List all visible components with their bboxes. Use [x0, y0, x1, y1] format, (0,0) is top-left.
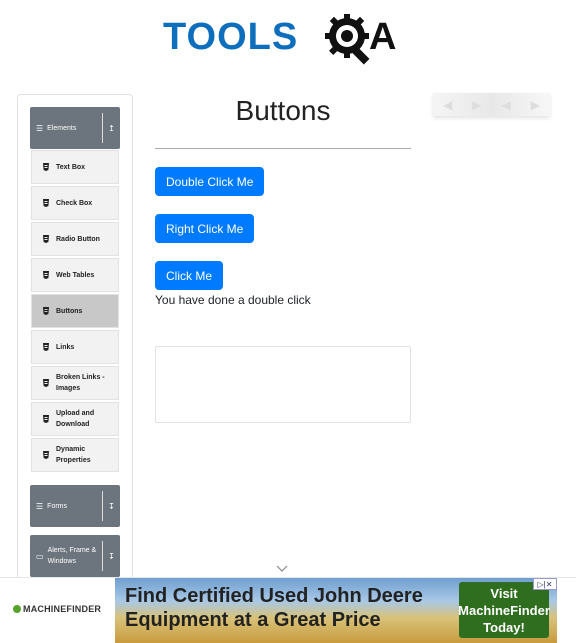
- bottom-ad-banner[interactable]: MACHINEFINDER Find Certified Used John D…: [0, 577, 576, 643]
- sidebar-item-buttons[interactable]: Buttons: [31, 294, 119, 328]
- expand-arrow-icon[interactable]: ↧: [102, 541, 120, 571]
- title-divider: [155, 148, 411, 149]
- chevron-down-icon[interactable]: [276, 563, 288, 573]
- sidebar-item-upload-download[interactable]: Upload and Download: [31, 402, 119, 436]
- right-click-button[interactable]: Right Click Me: [155, 214, 255, 243]
- group-label: Elements: [47, 124, 77, 132]
- sidebar-item-label: Dynamic Properties: [56, 446, 91, 464]
- sidebar-item-label: Radio Button: [56, 235, 100, 243]
- arrow-right-icon: ▶: [530, 97, 540, 112]
- window-icon: ▭: [36, 551, 44, 561]
- sidebar-item-label: Text Box: [56, 163, 86, 171]
- logo-text: TOOLS: [163, 16, 299, 58]
- html5-icon: [43, 343, 49, 351]
- sidebar-item-label: Web Tables: [56, 271, 95, 279]
- sidebar-item-label: Check Box: [56, 199, 93, 207]
- double-click-message: You have done a double click: [155, 293, 311, 307]
- group-label: Alerts, Frame & Windows: [47, 547, 97, 565]
- group-header-alerts[interactable]: ▭ Alerts, Frame & Windows ↧: [30, 535, 120, 577]
- group-header-elements[interactable]: ☰ Elements ↥: [30, 107, 120, 149]
- sidebar-item-label: Buttons: [56, 307, 83, 315]
- sidebar-item-broken-links[interactable]: Broken Links - Images: [31, 366, 119, 400]
- sidebar-item-text-box[interactable]: Text Box: [31, 150, 119, 184]
- html5-icon: [43, 235, 49, 243]
- sidebar-item-radio-button[interactable]: Radio Button: [31, 222, 119, 256]
- page-title: Buttons: [235, 95, 331, 126]
- sidebar-item-links[interactable]: Links: [31, 330, 119, 364]
- machinefinder-logo: MACHINEFINDER: [13, 604, 101, 614]
- sidebar: ☰ Elements ↥ Text Box Check Box Radio Bu…: [17, 94, 133, 614]
- ad-cta-button[interactable]: Visit MachineFinder Today!: [458, 582, 550, 638]
- brand-text: MACHINEFINDER: [23, 604, 102, 614]
- html5-icon: [43, 451, 49, 459]
- html5-icon: [43, 271, 49, 279]
- arrow-left-icon: ◀: [443, 97, 453, 112]
- list-icon: ☰: [36, 501, 44, 511]
- sidebar-item-web-tables[interactable]: Web Tables: [31, 258, 119, 292]
- ad-image[interactable]: Find Certified Used John Deere Equipment…: [115, 578, 557, 643]
- sidebar-item-label: Broken Links - Images: [56, 374, 105, 392]
- html5-icon: [43, 415, 49, 423]
- side-ad-placeholder: ◀ ▶ ◀ ▶: [433, 93, 550, 116]
- ad-headline: Find Certified Used John Deere Equipment…: [125, 585, 423, 631]
- gear-magnifier-icon: [325, 14, 370, 65]
- deer-icon: [13, 605, 21, 613]
- expand-arrow-icon[interactable]: ↧: [102, 491, 120, 521]
- logo-letter: A: [369, 16, 397, 58]
- group-header-forms[interactable]: ☰ Forms ↧: [30, 485, 120, 527]
- double-click-button[interactable]: Double Click Me: [155, 167, 265, 196]
- collapse-arrow-icon[interactable]: ↥: [102, 113, 120, 143]
- html5-icon: [43, 163, 49, 171]
- html5-icon: [43, 379, 49, 387]
- sidebar-item-dynamic-properties[interactable]: Dynamic Properties: [31, 438, 119, 472]
- click-me-button[interactable]: Click Me: [155, 261, 224, 290]
- toolsqa-logo[interactable]: TOOLS A: [163, 12, 407, 68]
- ad-close-icon[interactable]: ▷|✕: [533, 578, 557, 590]
- group-label: Forms: [47, 502, 68, 510]
- list-icon: ☰: [36, 123, 44, 133]
- sidebar-item-check-box[interactable]: Check Box: [31, 186, 119, 220]
- sidebar-item-label: Links: [56, 343, 75, 351]
- sidebar-item-label: Upload and Download: [56, 410, 95, 428]
- ad-container: [155, 346, 411, 423]
- arrow-left-icon: ◀: [501, 97, 511, 112]
- page: TOOLS A ◀ ▶ ◀ ▶ ☰ Elements ↥ Text Box Ch…: [0, 0, 576, 643]
- html5-icon: [43, 307, 49, 315]
- arrow-right-icon: ▶: [472, 97, 482, 112]
- html5-icon: [43, 199, 49, 207]
